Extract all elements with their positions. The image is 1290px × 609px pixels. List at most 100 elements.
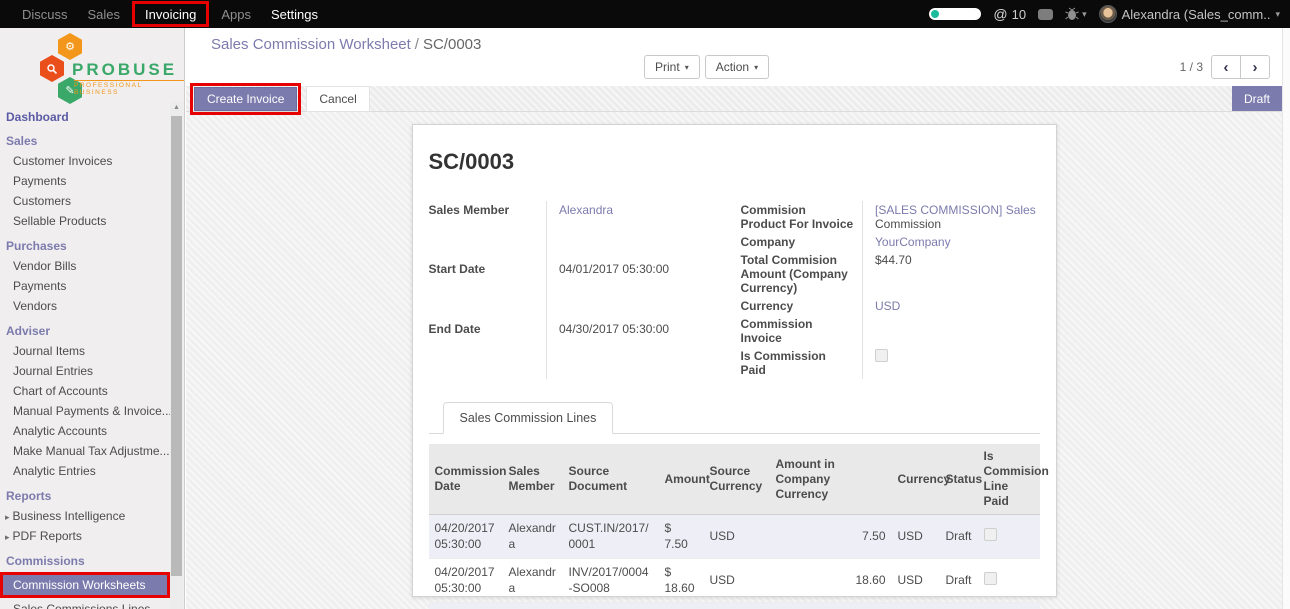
sidebar-item-payments-purchases[interactable]: Payments xyxy=(0,276,170,296)
sidebar-scrollbar-thumb[interactable] xyxy=(171,116,182,576)
sidebar-item-chart-of-accounts[interactable]: Chart of Accounts xyxy=(0,381,170,401)
activity-counter[interactable]: @ 10 xyxy=(993,6,1026,22)
pager: 1 / 3 ‹ › xyxy=(1180,55,1270,79)
breadcrumb-parent-link[interactable]: Sales Commission Worksheet xyxy=(211,36,411,53)
at-icon: @ xyxy=(993,6,1007,22)
col-sales-member[interactable]: Sales Member xyxy=(503,444,563,515)
field-label: Commision Product For Invoice xyxy=(741,201,863,233)
line-paid-checkbox[interactable] xyxy=(984,528,997,541)
annotation-box-commission-worksheets: Commission Worksheets xyxy=(0,572,170,598)
sidebar-item-sales-commissions-lines[interactable]: Sales Commissions Lines xyxy=(0,599,170,609)
menu-settings[interactable]: Settings xyxy=(261,0,328,28)
sidebar-item-sellable-products[interactable]: Sellable Products xyxy=(0,211,170,231)
field-total-commission-amount: Total Commision Amount (Company Currency… xyxy=(741,251,1040,297)
action-button[interactable]: Action▾ xyxy=(705,55,769,79)
print-button[interactable]: Print▾ xyxy=(644,55,700,79)
sidebar-item-dashboard[interactable]: Dashboard xyxy=(0,106,170,126)
breadcrumb-separator: / xyxy=(415,36,419,53)
start-date-value: 04/01/2017 05:30:00 xyxy=(547,260,728,319)
end-date-value: 04/30/2017 05:30:00 xyxy=(547,320,728,379)
status-badge-draft[interactable]: Draft xyxy=(1232,86,1282,111)
field-label: Start Date xyxy=(429,260,547,319)
user-menu[interactable]: Alexandra (Sales_comm.. ▾ xyxy=(1099,5,1280,23)
currency-link[interactable]: USD xyxy=(875,299,900,313)
logo-subtitle: PROFESSIONAL BUSINESS xyxy=(74,80,184,96)
field-label: Currency xyxy=(741,297,863,315)
page-scrollbar[interactable] xyxy=(1282,28,1290,609)
col-is-commission-line-paid[interactable]: Is Commision Line Paid xyxy=(978,444,1040,515)
field-label: End Date xyxy=(429,320,547,379)
menu-sales[interactable]: Sales xyxy=(78,0,131,28)
sidebar-nav: Dashboard Sales Customer Invoices Paymen… xyxy=(0,106,170,609)
sidebar-item-vendor-bills[interactable]: Vendor Bills xyxy=(0,256,170,276)
menu-invoicing[interactable]: Invoicing xyxy=(135,4,206,24)
annotation-box-create-invoice: Create Invoice xyxy=(190,83,301,115)
field-commission-product: Commision Product For Invoice [SALES COM… xyxy=(741,201,1040,233)
sidebar-item-analytic-entries[interactable]: Analytic Entries xyxy=(0,461,170,481)
control-panel: Sales Commission Worksheet/SC/0003 Print… xyxy=(186,28,1282,86)
col-source-currency[interactable]: Source Currency xyxy=(704,444,770,515)
caret-right-icon: ▸ xyxy=(5,512,10,522)
table-header-row: Commission Date Sales Member Source Docu… xyxy=(429,444,1040,515)
create-invoice-button[interactable]: Create Invoice xyxy=(194,87,297,111)
pager-previous-button[interactable]: ‹ xyxy=(1211,55,1241,79)
sidebar-item-business-intelligence[interactable]: ▸Business Intelligence xyxy=(0,506,170,526)
table-row[interactable]: 04/20/2017 05:30:00 Alexandra CUST.IN/20… xyxy=(429,515,1040,559)
sidebar: ⚙ ✎ PROBUSE PROFESSIONAL BUSINESS ▲ Dash… xyxy=(0,28,185,609)
notebook: Sales Commission Lines Commission Date S… xyxy=(429,401,1040,609)
field-label: Is Commission Paid xyxy=(741,347,863,379)
debug-menu[interactable]: ▾ xyxy=(1065,7,1087,21)
sidebar-scrollbar[interactable]: ▲ xyxy=(170,102,183,609)
cancel-button[interactable]: Cancel xyxy=(306,86,369,112)
company-link[interactable]: YourCompany xyxy=(875,235,951,249)
sidebar-item-manual-payments-invoice[interactable]: Manual Payments & Invoice... xyxy=(0,401,170,421)
caret-down-icon: ▾ xyxy=(1275,9,1280,20)
logo-hexagon-magnifier-icon xyxy=(40,55,64,82)
sidebar-item-payments[interactable]: Payments xyxy=(0,171,170,191)
sidebar-item-customer-invoices[interactable]: Customer Invoices xyxy=(0,151,170,171)
breadcrumb-current: SC/0003 xyxy=(423,36,481,53)
table-row[interactable]: 04/20/2017 10:35:53 Alexandra SO008 $ 18… xyxy=(429,603,1040,609)
sidebar-section-purchases: Purchases Vendor Bills Payments Vendors xyxy=(0,231,170,316)
sidebar-item-analytic-accounts[interactable]: Analytic Accounts xyxy=(0,421,170,441)
form-sheet: SC/0003 Sales Member Alexandra Start Dat… xyxy=(412,124,1057,597)
user-avatar xyxy=(1099,5,1117,23)
col-commission-date[interactable]: Commission Date xyxy=(429,444,503,515)
topbar-systray: @ 10 ▾ Alexandra (Sales_comm.. ▾ xyxy=(929,0,1290,28)
caret-down-icon: ▾ xyxy=(754,63,758,72)
probuse-logo: ⚙ ✎ PROBUSE PROFESSIONAL BUSINESS xyxy=(0,28,184,106)
sidebar-item-commission-worksheets[interactable]: Commission Worksheets xyxy=(3,575,167,595)
tab-sales-commission-lines[interactable]: Sales Commission Lines xyxy=(443,402,614,434)
table-row[interactable]: 04/20/2017 05:30:00 Alexandra INV/2017/0… xyxy=(429,559,1040,603)
sidebar-section-title: Sales xyxy=(0,126,170,151)
col-amount[interactable]: Amount xyxy=(659,444,704,515)
bug-icon xyxy=(1065,7,1079,21)
col-amount-company-currency[interactable]: Amount in Company Currency xyxy=(770,444,892,515)
sidebar-item-customers[interactable]: Customers xyxy=(0,191,170,211)
field-group-right: Commision Product For Invoice [SALES COM… xyxy=(741,201,1040,379)
col-source-document[interactable]: Source Document xyxy=(563,444,659,515)
col-status[interactable]: Status xyxy=(940,444,978,515)
sidebar-item-pdf-reports[interactable]: ▸PDF Reports xyxy=(0,526,170,546)
messages-icon[interactable] xyxy=(1038,9,1053,20)
commission-product-link[interactable]: [SALES COMMISSION] Sales xyxy=(875,203,1036,217)
col-currency[interactable]: Currency xyxy=(892,444,940,515)
sidebar-item-journal-entries[interactable]: Journal Entries xyxy=(0,361,170,381)
field-label: Total Commision Amount (Company Currency… xyxy=(741,251,863,297)
annotation-box-invoicing: Invoicing xyxy=(132,1,209,27)
field-label: Company xyxy=(741,233,863,251)
menu-discuss[interactable]: Discuss xyxy=(12,0,78,28)
sidebar-item-vendors[interactable]: Vendors xyxy=(0,296,170,316)
field-label: Sales Member xyxy=(429,201,547,260)
field-commission-invoice: Commission Invoice xyxy=(741,315,1040,347)
line-paid-checkbox[interactable] xyxy=(984,572,997,585)
is-commission-paid-checkbox[interactable] xyxy=(875,349,888,362)
sidebar-item-make-manual-tax-adjustment[interactable]: Make Manual Tax Adjustme... xyxy=(0,441,170,461)
sales-member-link[interactable]: Alexandra xyxy=(559,203,613,217)
content-area: SC/0003 Sales Member Alexandra Start Dat… xyxy=(186,112,1282,609)
sidebar-item-journal-items[interactable]: Journal Items xyxy=(0,341,170,361)
pager-next-button[interactable]: › xyxy=(1240,55,1270,79)
sidebar-section-title: Purchases xyxy=(0,231,170,256)
menu-apps[interactable]: Apps xyxy=(211,0,261,28)
scroll-up-icon[interactable]: ▲ xyxy=(170,102,183,111)
